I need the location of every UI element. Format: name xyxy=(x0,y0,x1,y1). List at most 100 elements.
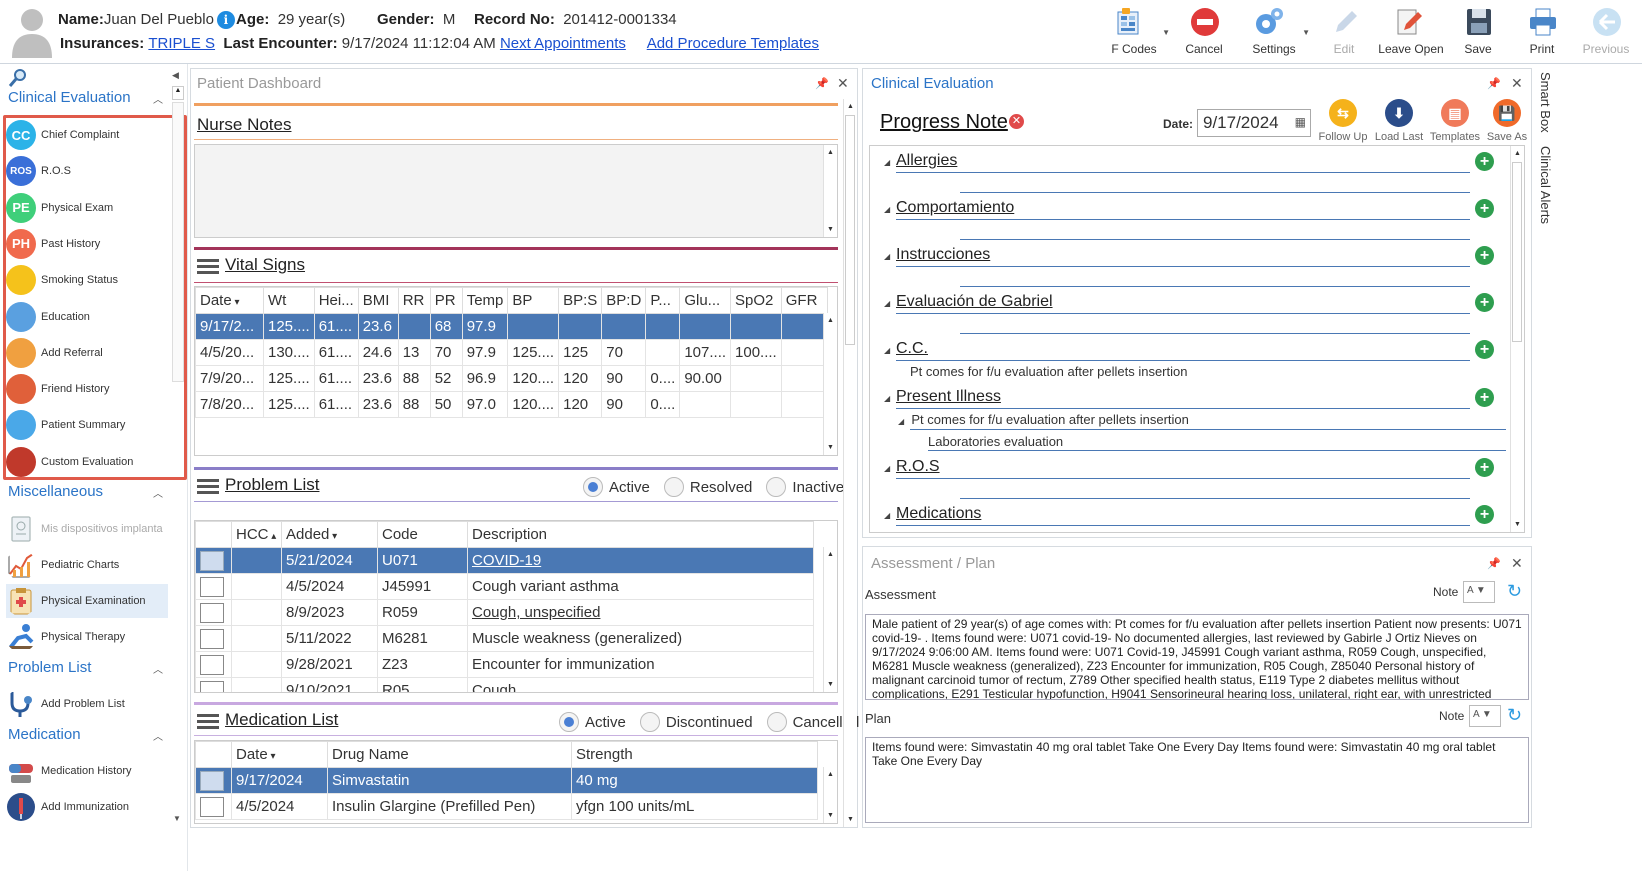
scroll-thumb[interactable] xyxy=(1512,162,1522,342)
add-icon[interactable]: + xyxy=(1475,293,1494,312)
info-icon[interactable]: i xyxy=(216,11,235,30)
collapse-arrow-icon[interactable]: ◢ xyxy=(884,511,890,520)
column-header[interactable]: BP:D xyxy=(601,287,647,314)
sidebar-item-add-immunization[interactable]: Add Immunization xyxy=(6,790,168,824)
sidebar-item-physical-examination[interactable]: Physical Examination xyxy=(6,584,168,618)
clinical-alerts-tab[interactable]: Clinical Alerts xyxy=(1538,146,1553,224)
next-appointments-link[interactable]: Next Appointments xyxy=(500,35,626,52)
sidebar-item-r-o-s[interactable]: ROS R.O.S xyxy=(6,154,168,188)
column-header[interactable] xyxy=(195,741,232,768)
add-icon[interactable]: + xyxy=(1475,152,1494,171)
nurse-notes-heading[interactable]: Nurse Notes xyxy=(197,115,291,135)
search-icon[interactable] xyxy=(8,68,28,88)
problem-scrollbar[interactable]: ▲ ▼ xyxy=(823,547,837,692)
leave-open-button[interactable]: Leave Open xyxy=(1376,4,1446,60)
fcodes-dropdown-icon[interactable]: ▼ xyxy=(1162,28,1170,37)
note-format-dropdown[interactable]: A ▼ xyxy=(1463,581,1495,603)
chevron-up-icon[interactable]: ︿ xyxy=(153,485,163,500)
add-icon[interactable]: + xyxy=(1475,505,1494,524)
column-header[interactable]: Date ▾ xyxy=(231,741,328,768)
table-cell[interactable] xyxy=(195,677,232,692)
table-cell[interactable] xyxy=(195,767,232,794)
row-checkbox[interactable] xyxy=(200,680,224,692)
note-section-title[interactable]: R.O.S xyxy=(896,458,940,476)
note-section-title[interactable]: Medications xyxy=(896,505,981,523)
scroll-up-icon[interactable]: ▲ xyxy=(1514,150,1521,157)
table-row[interactable]: 5/21/2024 U071 COVID-19 xyxy=(195,547,814,574)
radio-resolved[interactable] xyxy=(663,477,684,497)
fcodes-button[interactable]: ▼ F Codes xyxy=(1096,4,1172,60)
add-procedure-templates-link[interactable]: Add Procedure Templates xyxy=(647,35,819,52)
section-miscellaneous[interactable]: Miscellaneous ︿ xyxy=(8,483,163,500)
medication-scrollbar[interactable]: ▲ ▼ xyxy=(823,767,837,823)
remove-note-icon[interactable]: ✕ xyxy=(1009,114,1024,129)
progress-note-scrollbar[interactable]: ▲ ▼ xyxy=(1510,146,1524,532)
refresh-icon[interactable]: ↻ xyxy=(1507,705,1522,726)
radio-discontinued[interactable] xyxy=(639,712,660,732)
menu-icon[interactable] xyxy=(197,711,219,732)
sort-arrow-icon[interactable]: ▾ xyxy=(232,297,239,308)
chevron-up-icon[interactable]: ︿ xyxy=(153,661,163,676)
close-icon[interactable]: ✕ xyxy=(1511,75,1523,92)
table-row[interactable]: 9/17/2... 125.... 61.... 23.6 68 97.9 xyxy=(195,313,828,340)
scroll-down-icon[interactable]: ▼ xyxy=(1514,521,1521,528)
sidebar-item-implanted-devices[interactable]: Mis dispositivos implanta xyxy=(6,512,168,546)
table-row[interactable]: 9/28/2021 Z23 Encounter for immunization xyxy=(195,651,814,678)
column-header[interactable]: Date ▾ xyxy=(195,287,264,314)
templates-button[interactable]: ▤ Templates xyxy=(1429,99,1481,143)
add-icon[interactable]: + xyxy=(1475,458,1494,477)
collapse-arrow-icon[interactable]: ◢ xyxy=(884,252,890,261)
collapse-sidebar-icon[interactable]: ◀ xyxy=(172,70,179,81)
add-icon[interactable]: + xyxy=(1475,199,1494,218)
sidebar-item-friend-history[interactable]: Friend History xyxy=(6,372,168,406)
sidebar-item-medication-history[interactable]: Medication History xyxy=(6,754,168,788)
sidebar-item-physical-therapy[interactable]: Physical Therapy xyxy=(6,620,168,654)
collapse-arrow-icon[interactable]: ◢ xyxy=(884,394,890,403)
column-header[interactable]: Hei... xyxy=(313,287,359,314)
table-row[interactable]: 7/9/20... 125.... 61.... 23.6 88 52 96.9 120...… xyxy=(195,365,828,392)
sidebar-item-custom-evaluation[interactable]: Custom Evaluation xyxy=(6,445,168,479)
save-button[interactable]: Save xyxy=(1446,4,1510,60)
close-icon[interactable]: ✕ xyxy=(1511,555,1523,572)
collapse-arrow-icon[interactable]: ◢ xyxy=(884,464,890,473)
table-cell[interactable] xyxy=(195,651,232,678)
sidebar-item-education[interactable]: Education xyxy=(6,300,168,334)
scroll-down-icon[interactable]: ▼ xyxy=(827,812,834,819)
nurse-notes-scrollbar[interactable]: ▲ ▼ xyxy=(823,145,837,237)
section-problem-list[interactable]: Problem List ︿ xyxy=(8,659,163,676)
column-header[interactable]: Description xyxy=(467,521,814,548)
medication-list-heading[interactable]: Medication List xyxy=(225,710,338,729)
row-checkbox[interactable] xyxy=(200,654,224,675)
calendar-icon[interactable]: ▦ xyxy=(1295,115,1306,129)
pin-icon[interactable]: 📌 xyxy=(1487,77,1501,90)
menu-icon[interactable] xyxy=(197,476,219,497)
settings-button[interactable]: ▼ Settings xyxy=(1236,4,1312,60)
save-as-button[interactable]: 💾 Save As xyxy=(1481,99,1533,143)
settings-dropdown-icon[interactable]: ▼ xyxy=(1302,28,1310,37)
assessment-textbox[interactable]: Male patient of 29 year(s) of age comes … xyxy=(865,614,1529,700)
column-header[interactable]: Added ▾ xyxy=(281,521,378,548)
close-icon[interactable]: ✕ xyxy=(837,75,849,92)
collapse-arrow-icon[interactable]: ◢ xyxy=(884,346,890,355)
scroll-down-icon[interactable]: ▼ xyxy=(827,444,834,451)
table-row[interactable]: 8/9/2023 R059 Cough, unspecified xyxy=(195,599,814,626)
note-section-title[interactable]: Allergies xyxy=(896,152,957,170)
scroll-down-icon[interactable]: ▼ xyxy=(847,816,854,823)
smart-box-tab[interactable]: Smart Box xyxy=(1538,72,1553,133)
add-icon[interactable]: + xyxy=(1475,388,1494,407)
column-header[interactable]: Temp xyxy=(461,287,509,314)
note-section-title[interactable]: Present Illness xyxy=(896,388,1001,406)
scroll-up-icon[interactable]: ▲ xyxy=(827,551,834,558)
scroll-up-icon[interactable]: ▲ xyxy=(847,103,854,110)
description-link[interactable]: COVID-19 xyxy=(472,552,541,569)
note-section-title[interactable]: C.C. xyxy=(896,340,928,358)
note-section-title[interactable]: Instrucciones xyxy=(896,246,990,264)
refresh-icon[interactable]: ↻ xyxy=(1507,581,1522,602)
column-header[interactable]: SpO2 xyxy=(730,287,782,314)
scroll-up-icon[interactable]: ▲ xyxy=(172,86,184,100)
menu-icon[interactable] xyxy=(197,256,219,277)
table-cell[interactable] xyxy=(195,793,232,820)
plan-textbox[interactable]: Items found were: Simvastatin 40 mg oral… xyxy=(865,737,1529,823)
note-section-title[interactable]: Evaluación de Gabriel xyxy=(896,293,1053,311)
sidebar-item-add-referral[interactable]: Add Referral xyxy=(6,336,168,370)
